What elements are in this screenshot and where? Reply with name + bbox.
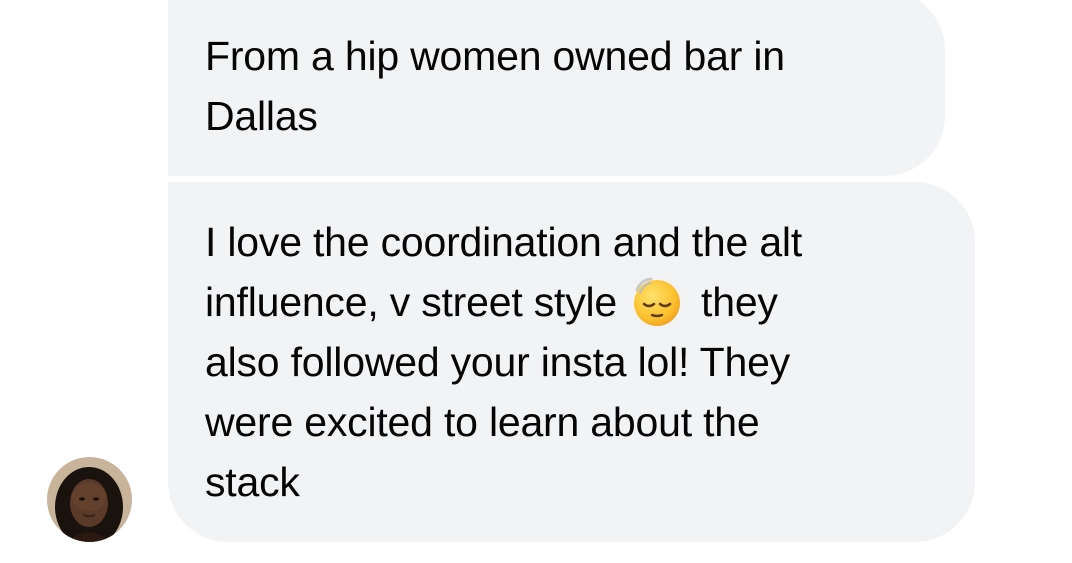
message-text-line: Dallas: [205, 93, 318, 139]
message-text-line: I love the coordination and the alt: [205, 219, 803, 265]
message-text-line: stack: [205, 459, 300, 505]
message-text-line: also followed your insta lol! They: [205, 339, 790, 385]
message-text-segment: they: [701, 279, 778, 325]
user-avatar[interactable]: [47, 457, 132, 542]
message-text-line-with-emoji: influence, v street style they: [205, 272, 939, 332]
avatar-portrait-icon: [47, 457, 132, 542]
relieved-face-emoji-icon: [634, 277, 681, 326]
message-text-segment: influence, v street style: [205, 279, 618, 325]
message-bubble-1[interactable]: From a hip women owned bar in Dallas: [168, 0, 945, 176]
message-text-line: From a hip women owned bar in: [205, 33, 785, 79]
message-text-line: were excited to learn about the: [205, 399, 760, 445]
message-bubble-2[interactable]: I love the coordination and the alt infl…: [168, 182, 975, 542]
